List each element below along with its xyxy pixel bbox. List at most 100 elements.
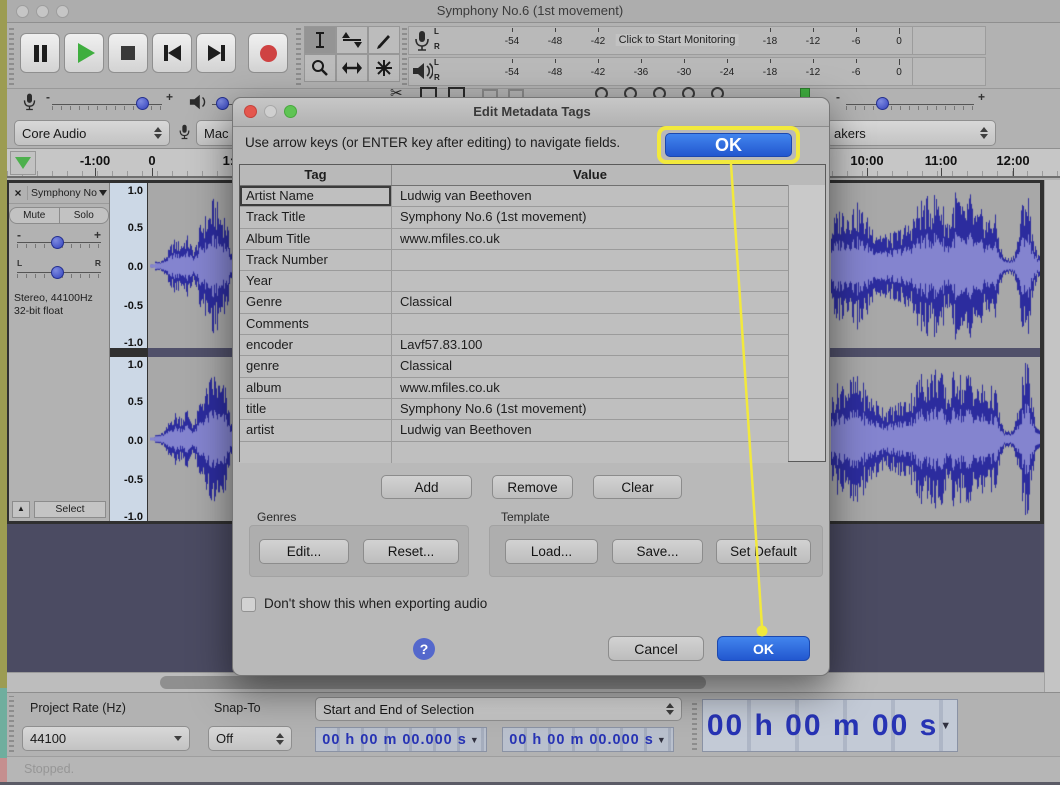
monitoring-message[interactable]: Click to Start Monitoring [616, 34, 739, 46]
table-scrollbar[interactable] [788, 185, 825, 461]
select-track-button[interactable]: Select [34, 501, 106, 518]
dialog-titlebar[interactable]: Edit Metadata Tags [233, 98, 829, 127]
dont-show-checkbox[interactable] [241, 597, 256, 612]
pan-slider-thumb[interactable] [51, 266, 64, 279]
ruler-label: -1.0 [124, 337, 143, 349]
record-button[interactable] [248, 33, 288, 73]
table-row[interactable]: Track Number [240, 250, 825, 271]
table-row[interactable]: albumwww.mfiles.co.uk [240, 378, 825, 399]
close-window-icon[interactable] [16, 5, 29, 18]
table-row[interactable]: Album Titlewww.mfiles.co.uk [240, 229, 825, 250]
draw-tool[interactable] [368, 26, 400, 54]
genres-reset-button[interactable]: Reset... [363, 539, 459, 564]
template-load-button[interactable]: Load... [505, 539, 598, 564]
tools-grip[interactable] [296, 26, 301, 85]
stop-icon [121, 46, 135, 60]
audio-host-select[interactable]: Core Audio [14, 120, 170, 146]
dialog-zoom-icon[interactable] [284, 105, 297, 118]
track-name[interactable]: Symphony No [28, 187, 97, 199]
table-row[interactable]: artistLudwig van Beethoven [240, 420, 825, 441]
timeline-label: -1:00 [80, 153, 110, 168]
ok-button-callout[interactable]: OK [657, 126, 800, 164]
audio-position-time[interactable]: 00 h 00 m 00 s ▼ [702, 699, 958, 752]
project-rate-select[interactable]: 44100 [22, 726, 190, 751]
remove-button[interactable]: Remove [492, 475, 573, 499]
zoom-tool[interactable] [304, 54, 336, 82]
vertical-ruler-ch2[interactable]: 1.0 0.5 0.0 -0.5 -1.0 [110, 357, 148, 521]
solo-button[interactable]: Solo [60, 207, 110, 224]
selection-mode-select[interactable]: Start and End of Selection [315, 697, 682, 721]
horizontal-scrollbar-thumb[interactable] [160, 676, 706, 689]
pause-button[interactable] [20, 33, 60, 73]
genres-edit-button[interactable]: Edit... [259, 539, 349, 564]
dialog-minimize-icon[interactable] [264, 105, 277, 118]
ok-button[interactable]: OK [717, 636, 810, 661]
table-row[interactable]: GenreClassical [240, 292, 825, 313]
table-row[interactable]: Year [240, 271, 825, 292]
window-title: Symphony No.6 (1st movement) [437, 3, 623, 18]
project-rate-label: Project Rate (Hz) [30, 701, 126, 715]
gain-slider-thumb[interactable] [51, 236, 64, 249]
play-button[interactable] [64, 33, 104, 73]
ok-button-callout-face[interactable]: OK [665, 133, 792, 157]
template-label: Template [501, 510, 550, 524]
template-set-default-button[interactable]: Set Default [716, 539, 811, 564]
template-save-button[interactable]: Save... [612, 539, 703, 564]
snap-to-select[interactable]: Off [208, 726, 292, 751]
waveform-left-ch2[interactable] [150, 359, 232, 519]
right-slider-plus: + [978, 90, 985, 104]
help-icon[interactable]: ? [413, 638, 435, 660]
table-row[interactable]: Artist NameLudwig van Beethoven [240, 186, 825, 207]
waveform-right-ch2[interactable] [831, 359, 1040, 519]
recording-volume-thumb[interactable] [136, 97, 149, 110]
tag-cell-selected[interactable]: Artist Name [240, 186, 392, 206]
time-format-dropdown-icon[interactable]: ▼ [657, 735, 667, 745]
selection-start-time[interactable]: 00 h 00 m 00.000 s ▼ [315, 727, 487, 752]
selection-tool[interactable] [304, 26, 336, 54]
right-slider-thumb[interactable] [876, 97, 889, 110]
skip-end-button[interactable] [196, 33, 236, 73]
collapse-track-button[interactable]: ▲ [12, 501, 30, 518]
mute-button[interactable]: Mute [9, 207, 60, 224]
add-button[interactable]: Add [381, 475, 472, 499]
time-toolbar-grip[interactable] [692, 700, 697, 750]
minimize-window-icon[interactable] [36, 5, 49, 18]
playback-volume-speaker-icon [188, 93, 208, 111]
table-row[interactable]: Comments [240, 314, 825, 335]
zoom-window-icon[interactable] [56, 5, 69, 18]
transport-grip[interactable] [9, 26, 14, 85]
meter-grip[interactable] [402, 26, 407, 85]
selection-grip[interactable] [9, 696, 14, 752]
ruler-label: 0.0 [128, 261, 143, 273]
table-row[interactable]: Track TitleSymphony No.6 (1st movement) [240, 207, 825, 228]
close-track-icon[interactable]: × [9, 186, 28, 200]
stop-button[interactable] [108, 33, 148, 73]
skip-start-button[interactable] [152, 33, 192, 73]
envelope-tool[interactable] [336, 26, 368, 54]
cancel-button[interactable]: Cancel [608, 636, 704, 661]
output-device-select[interactable]: akers [826, 120, 996, 146]
pinned-playhead-button[interactable] [10, 151, 36, 175]
time-format-dropdown-icon[interactable]: ▼ [470, 735, 480, 745]
table-header-value[interactable]: Value [392, 165, 788, 185]
multi-tool[interactable] [368, 54, 400, 82]
table-row[interactable] [240, 442, 825, 463]
timeshift-tool[interactable] [336, 54, 368, 82]
play-scale-label: -12 [806, 67, 820, 78]
selection-end-time[interactable]: 00 h 00 m 00.000 s ▼ [502, 727, 674, 752]
dialog-close-icon[interactable] [244, 105, 257, 118]
table-header-tag[interactable]: Tag [240, 165, 392, 185]
track-menu-icon[interactable] [99, 190, 107, 196]
time-format-dropdown-icon[interactable]: ▼ [940, 720, 953, 732]
play-R-label: R [434, 73, 440, 82]
waveform-right-ch1[interactable] [831, 186, 1040, 346]
playback-volume-thumb[interactable] [216, 97, 229, 110]
waveform-left-ch1[interactable] [150, 186, 232, 346]
vertical-ruler-ch1[interactable]: 1.0 0.5 0.0 -0.5 -1.0 [110, 183, 148, 348]
clear-button[interactable]: Clear [593, 475, 682, 499]
vertical-scrollbar[interactable] [1044, 180, 1060, 692]
table-row[interactable]: encoderLavf57.83.100 [240, 335, 825, 356]
table-row[interactable]: titleSymphony No.6 (1st movement) [240, 399, 825, 420]
right-slider[interactable] [846, 104, 974, 105]
table-row[interactable]: genreClassical [240, 356, 825, 377]
